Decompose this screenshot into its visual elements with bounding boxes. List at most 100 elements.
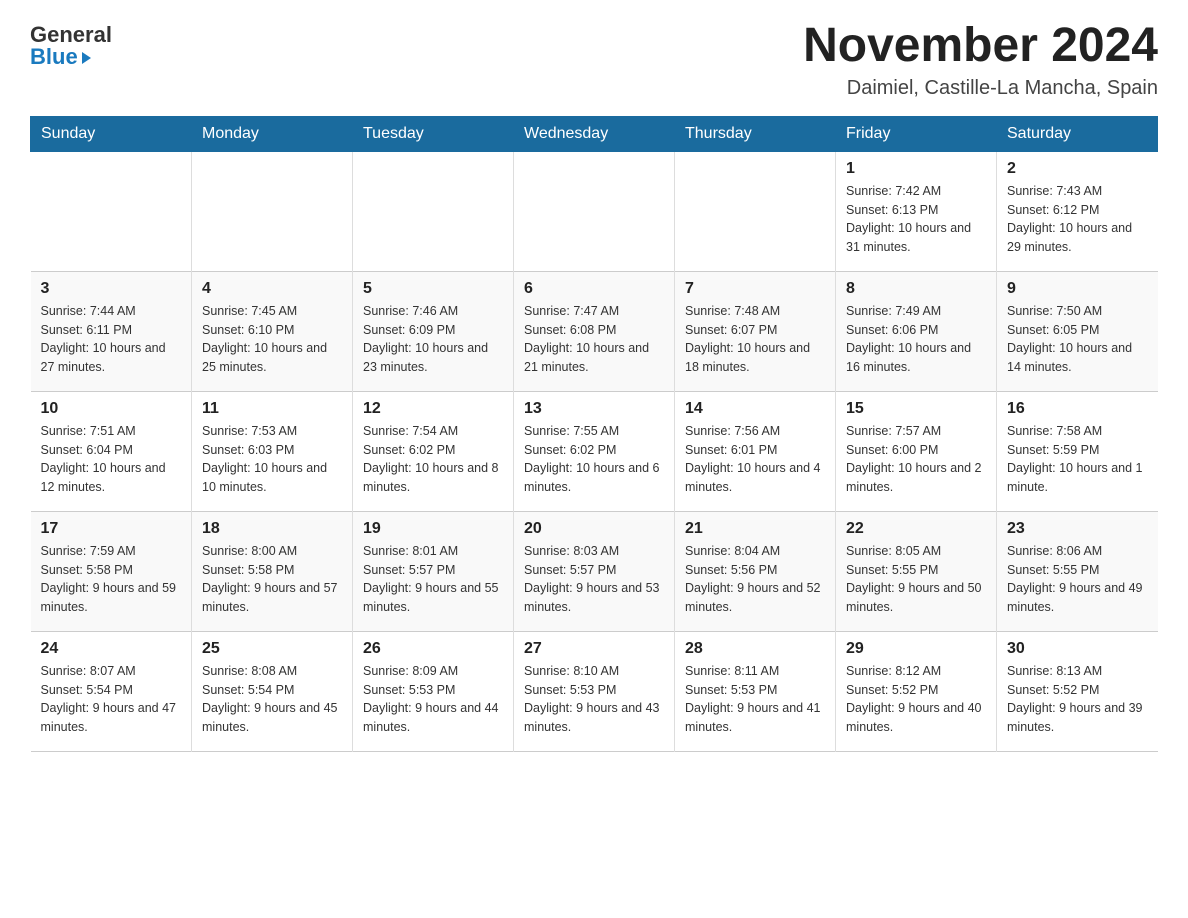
day-number: 30: [1007, 640, 1148, 658]
day-number: 6: [524, 280, 664, 298]
day-header-wednesday: Wednesday: [514, 116, 675, 151]
day-number: 19: [363, 520, 503, 538]
day-number: 11: [202, 400, 342, 418]
day-info: Sunrise: 8:01 AMSunset: 5:57 PMDaylight:…: [363, 542, 503, 617]
calendar-cell: 16 Sunrise: 7:58 AMSunset: 5:59 PMDayligh…: [997, 391, 1158, 511]
day-info: Sunrise: 8:05 AMSunset: 5:55 PMDaylight:…: [846, 542, 986, 617]
day-number: 14: [685, 400, 825, 418]
day-number: 8: [846, 280, 986, 298]
day-info: Sunrise: 8:13 AMSunset: 5:52 PMDaylight:…: [1007, 662, 1148, 737]
day-info: Sunrise: 7:45 AMSunset: 6:10 PMDaylight:…: [202, 302, 342, 377]
day-info: Sunrise: 7:53 AMSunset: 6:03 PMDaylight:…: [202, 422, 342, 497]
day-header-saturday: Saturday: [997, 116, 1158, 151]
day-info: Sunrise: 7:43 AMSunset: 6:12 PMDaylight:…: [1007, 182, 1148, 257]
calendar-cell: 29 Sunrise: 8:12 AMSunset: 5:52 PMDayligh…: [836, 631, 997, 751]
calendar-cell: 4 Sunrise: 7:45 AMSunset: 6:10 PMDaylight…: [192, 271, 353, 391]
calendar-cell: 3 Sunrise: 7:44 AMSunset: 6:11 PMDaylight…: [31, 271, 192, 391]
calendar-cell: 30 Sunrise: 8:13 AMSunset: 5:52 PMDayligh…: [997, 631, 1158, 751]
calendar-cell: 1 Sunrise: 7:42 AMSunset: 6:13 PMDaylight…: [836, 151, 997, 271]
day-number: 17: [41, 520, 182, 538]
calendar-cell: 23Sunrise: 8:06 AMSunset: 5:55 PMDayligh…: [997, 511, 1158, 631]
day-number: 21: [685, 520, 825, 538]
calendar-cell: [192, 151, 353, 271]
day-info: Sunrise: 8:06 AMSunset: 5:55 PMDaylight:…: [1007, 542, 1148, 617]
calendar-cell: 27 Sunrise: 8:10 AMSunset: 5:53 PMDayligh…: [514, 631, 675, 751]
calendar-cell: 26 Sunrise: 8:09 AMSunset: 5:53 PMDayligh…: [353, 631, 514, 751]
calendar-cell: 6Sunrise: 7:47 AMSunset: 6:08 PMDaylight…: [514, 271, 675, 391]
day-number: 20: [524, 520, 664, 538]
day-number: 13: [524, 400, 664, 418]
calendar-cell: [353, 151, 514, 271]
day-number: 4: [202, 280, 342, 298]
day-number: 18: [202, 520, 342, 538]
day-info: Sunrise: 7:59 AMSunset: 5:58 PMDaylight:…: [41, 542, 182, 617]
day-number: 1: [846, 160, 986, 178]
day-number: 7: [685, 280, 825, 298]
calendar-cell: 28Sunrise: 8:11 AMSunset: 5:53 PMDayligh…: [675, 631, 836, 751]
day-info: Sunrise: 8:09 AMSunset: 5:53 PMDaylight:…: [363, 662, 503, 737]
week-row-1: 1 Sunrise: 7:42 AMSunset: 6:13 PMDaylight…: [31, 151, 1158, 271]
day-number: 12: [363, 400, 503, 418]
day-info: Sunrise: 7:44 AMSunset: 6:11 PMDaylight:…: [41, 302, 182, 377]
logo-general-text: General: [30, 24, 112, 46]
calendar-cell: 8 Sunrise: 7:49 AMSunset: 6:06 PMDaylight…: [836, 271, 997, 391]
calendar-cell: 12 Sunrise: 7:54 AMSunset: 6:02 PMDayligh…: [353, 391, 514, 511]
calendar-cell: [514, 151, 675, 271]
day-info: Sunrise: 8:03 AMSunset: 5:57 PMDaylight:…: [524, 542, 664, 617]
day-info: Sunrise: 8:08 AMSunset: 5:54 PMDaylight:…: [202, 662, 342, 737]
calendar-subtitle: Daimiel, Castille-La Mancha, Spain: [803, 77, 1158, 100]
logo-arrow-icon: [82, 52, 91, 64]
day-number: 25: [202, 640, 342, 658]
day-header-friday: Friday: [836, 116, 997, 151]
day-info: Sunrise: 8:07 AMSunset: 5:54 PMDaylight:…: [41, 662, 182, 737]
day-number: 22: [846, 520, 986, 538]
day-number: 16: [1007, 400, 1148, 418]
days-header-row: SundayMondayTuesdayWednesdayThursdayFrid…: [31, 116, 1158, 151]
day-info: Sunrise: 7:48 AMSunset: 6:07 PMDaylight:…: [685, 302, 825, 377]
calendar-cell: [31, 151, 192, 271]
day-info: Sunrise: 7:50 AMSunset: 6:05 PMDaylight:…: [1007, 302, 1148, 377]
day-info: Sunrise: 8:12 AMSunset: 5:52 PMDaylight:…: [846, 662, 986, 737]
day-info: Sunrise: 7:55 AMSunset: 6:02 PMDaylight:…: [524, 422, 664, 497]
page-header: General Blue November 2024 Daimiel, Cast…: [30, 20, 1158, 100]
calendar-cell: 2Sunrise: 7:43 AMSunset: 6:12 PMDaylight…: [997, 151, 1158, 271]
day-header-sunday: Sunday: [31, 116, 192, 151]
calendar-table: SundayMondayTuesdayWednesdayThursdayFrid…: [30, 116, 1158, 752]
calendar-cell: 11 Sunrise: 7:53 AMSunset: 6:03 PMDayligh…: [192, 391, 353, 511]
calendar-cell: 7 Sunrise: 7:48 AMSunset: 6:07 PMDaylight…: [675, 271, 836, 391]
calendar-cell: 10 Sunrise: 7:51 AMSunset: 6:04 PMDayligh…: [31, 391, 192, 511]
title-block: November 2024 Daimiel, Castille-La Manch…: [803, 20, 1158, 100]
week-row-3: 10 Sunrise: 7:51 AMSunset: 6:04 PMDayligh…: [31, 391, 1158, 511]
day-info: Sunrise: 8:10 AMSunset: 5:53 PMDaylight:…: [524, 662, 664, 737]
day-header-thursday: Thursday: [675, 116, 836, 151]
week-row-4: 17 Sunrise: 7:59 AMSunset: 5:58 PMDayligh…: [31, 511, 1158, 631]
day-header-monday: Monday: [192, 116, 353, 151]
day-info: Sunrise: 8:04 AMSunset: 5:56 PMDaylight:…: [685, 542, 825, 617]
day-info: Sunrise: 7:54 AMSunset: 6:02 PMDaylight:…: [363, 422, 503, 497]
day-number: 27: [524, 640, 664, 658]
day-info: Sunrise: 7:58 AMSunset: 5:59 PMDaylight:…: [1007, 422, 1148, 497]
calendar-cell: 17 Sunrise: 7:59 AMSunset: 5:58 PMDayligh…: [31, 511, 192, 631]
day-number: 3: [41, 280, 182, 298]
calendar-cell: 22 Sunrise: 8:05 AMSunset: 5:55 PMDayligh…: [836, 511, 997, 631]
day-info: Sunrise: 7:49 AMSunset: 6:06 PMDaylight:…: [846, 302, 986, 377]
calendar-cell: 21 Sunrise: 8:04 AMSunset: 5:56 PMDayligh…: [675, 511, 836, 631]
logo: General Blue: [30, 20, 112, 68]
day-header-tuesday: Tuesday: [353, 116, 514, 151]
day-info: Sunrise: 7:51 AMSunset: 6:04 PMDaylight:…: [41, 422, 182, 497]
calendar-cell: 15 Sunrise: 7:57 AMSunset: 6:00 PMDayligh…: [836, 391, 997, 511]
day-number: 26: [363, 640, 503, 658]
calendar-cell: 24 Sunrise: 8:07 AMSunset: 5:54 PMDayligh…: [31, 631, 192, 751]
calendar-cell: 25 Sunrise: 8:08 AMSunset: 5:54 PMDayligh…: [192, 631, 353, 751]
day-number: 9: [1007, 280, 1148, 298]
day-number: 15: [846, 400, 986, 418]
calendar-cell: 13 Sunrise: 7:55 AMSunset: 6:02 PMDayligh…: [514, 391, 675, 511]
day-info: Sunrise: 7:57 AMSunset: 6:00 PMDaylight:…: [846, 422, 986, 497]
day-number: 24: [41, 640, 182, 658]
day-number: 10: [41, 400, 182, 418]
day-number: 5: [363, 280, 503, 298]
day-number: 29: [846, 640, 986, 658]
calendar-cell: 18Sunrise: 8:00 AMSunset: 5:58 PMDayligh…: [192, 511, 353, 631]
calendar-cell: 14Sunrise: 7:56 AMSunset: 6:01 PMDayligh…: [675, 391, 836, 511]
day-info: Sunrise: 7:42 AMSunset: 6:13 PMDaylight:…: [846, 182, 986, 257]
